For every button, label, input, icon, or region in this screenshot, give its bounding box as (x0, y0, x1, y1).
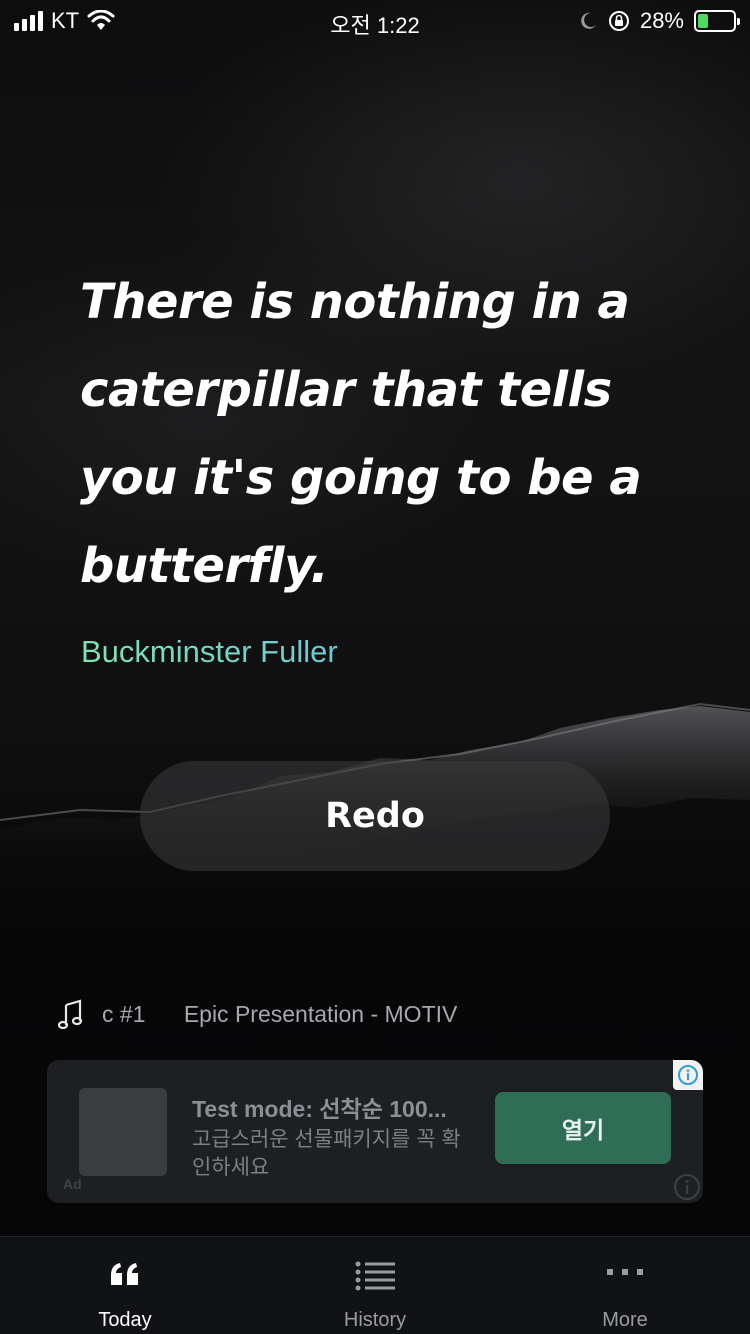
ad-open-button[interactable]: 열기 (495, 1092, 671, 1164)
tab-more-label: More (602, 1309, 648, 1331)
quote-icon (111, 1263, 138, 1285)
ad-choices-info-icon[interactable] (673, 1060, 703, 1090)
tab-today-label: Today (98, 1309, 152, 1331)
music-track-title: c #1 Epic Presentation - MOTIV (102, 1000, 458, 1027)
battery-icon (694, 10, 740, 32)
more-icon (607, 1269, 643, 1275)
app-screen: KT 오전 1:22 28% There is nothing in a cat… (0, 0, 750, 1334)
redo-button[interactable]: Redo (140, 761, 610, 871)
tab-today[interactable]: Today (0, 1237, 250, 1334)
list-icon (355, 1261, 395, 1291)
tab-history[interactable]: History (250, 1237, 500, 1334)
tab-bar: Today History More (0, 1236, 750, 1334)
status-right: 28% (578, 8, 740, 34)
quote-author[interactable]: Buckminster Fuller (81, 634, 338, 670)
music-note-icon[interactable] (58, 999, 84, 1029)
tab-more[interactable]: More (500, 1237, 750, 1334)
battery-level (698, 14, 708, 28)
ad-info-icon[interactable] (671, 1171, 703, 1203)
ad-title[interactable]: Test mode: 선착순 100... (192, 1090, 447, 1124)
orientation-lock-icon (608, 11, 629, 31)
quote-text: There is nothing in a caterpillar that t… (80, 274, 642, 594)
music-player[interactable]: c #1 Epic Presentation - MOTIV (58, 996, 478, 1032)
ad-thumbnail[interactable] (79, 1088, 167, 1176)
ad-description: 고급스러운 선물패키지를 꼭 확인하세요 (192, 1128, 461, 1179)
moon-icon (581, 12, 596, 29)
battery-percent: 28% (639, 8, 684, 33)
ad-banner[interactable]: Test mode: 선착순 100... 고급스러운 선물패키지를 꼭 확인하… (47, 1060, 703, 1203)
status-bar: KT 오전 1:22 28% (0, 0, 750, 40)
ad-badge: Ad (63, 1176, 82, 1192)
tab-history-label: History (343, 1309, 407, 1331)
